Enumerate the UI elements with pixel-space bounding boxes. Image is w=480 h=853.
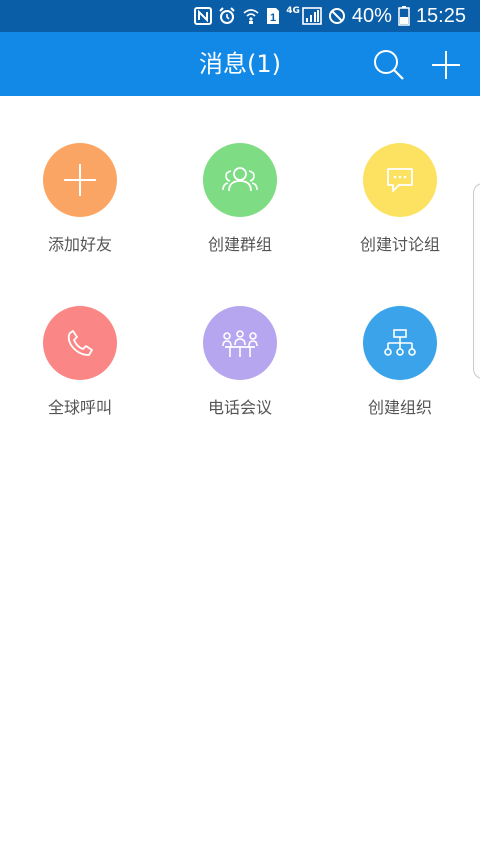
create-discussion-button[interactable]: [363, 143, 437, 217]
create-discussion-tile[interactable]: 创建讨论组: [320, 143, 480, 283]
create-group-button[interactable]: [203, 143, 277, 217]
conference-call-label: 电话会议: [207, 398, 272, 417]
add-friend-label: 添加好友: [47, 235, 112, 254]
battery-icon: [398, 6, 410, 26]
org-chart-icon: [384, 329, 416, 356]
create-organization-tile[interactable]: 创建组织: [320, 306, 480, 446]
global-call-label: 全球呼叫: [47, 398, 112, 417]
global-call-button[interactable]: [43, 306, 117, 380]
phone-icon: [67, 330, 93, 356]
do-not-disturb-icon: [328, 7, 346, 25]
battery-percent: 40%: [351, 4, 392, 27]
app-bar: 消息(1): [0, 32, 480, 96]
conference-call-button[interactable]: [203, 306, 277, 380]
page-title: 消息(1): [199, 50, 281, 78]
add-button[interactable]: [429, 48, 463, 82]
sim-card-icon: 1: [266, 7, 280, 25]
sim-number: 1: [270, 12, 276, 24]
plus-icon: [64, 164, 96, 196]
create-discussion-label: 创建讨论组: [359, 235, 440, 254]
search-button[interactable]: [372, 48, 406, 82]
group-icon: [222, 167, 258, 192]
wifi-call-icon: [242, 7, 260, 25]
chat-bubble-icon: [387, 168, 413, 192]
conference-call-tile[interactable]: 电话会议: [160, 306, 320, 446]
status-bar: 1 4G 40% 15:25: [0, 0, 480, 32]
create-organization-label: 创建组织: [367, 398, 432, 417]
global-call-tile[interactable]: 全球呼叫: [0, 306, 160, 446]
signal-icon: [302, 7, 322, 25]
alarm-icon: [218, 7, 236, 25]
create-group-tile[interactable]: 创建群组: [160, 143, 320, 283]
search-icon: [374, 50, 404, 80]
network-type-label: 4G: [286, 6, 300, 16]
clock: 15:25: [415, 4, 466, 27]
create-organization-button[interactable]: [363, 306, 437, 380]
conference-icon: [222, 330, 258, 357]
plus-icon: [432, 51, 460, 79]
nfc-icon: [194, 7, 213, 25]
create-group-label: 创建群组: [207, 235, 272, 254]
add-friend-tile[interactable]: 添加好友: [0, 143, 160, 283]
edge-panel-handle[interactable]: [473, 183, 480, 379]
add-friend-button[interactable]: [43, 143, 117, 217]
